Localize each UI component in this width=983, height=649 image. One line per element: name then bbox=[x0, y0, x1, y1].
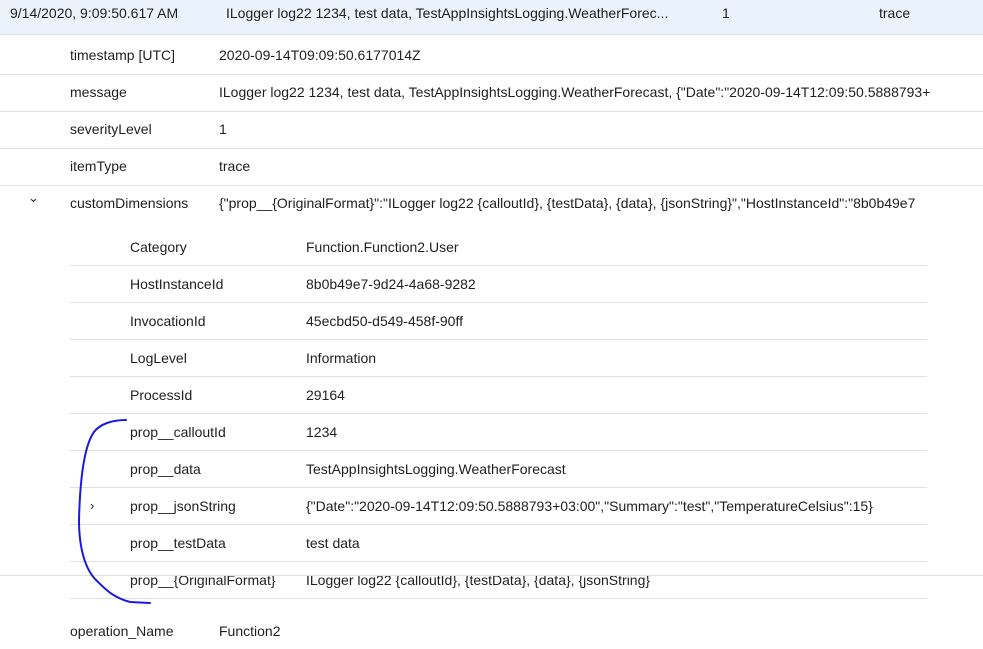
field-value: 1 bbox=[219, 121, 227, 137]
selected-log-row[interactable]: 9/14/2020, 9:09:50.617 AM ILogger log22 … bbox=[0, 0, 983, 35]
dimension-key: Category bbox=[130, 239, 187, 255]
field-value: 2020-09-14T09:09:50.6177014Z bbox=[219, 47, 421, 63]
dimension-key: prop__jsonString bbox=[130, 498, 236, 514]
chevron-down-icon[interactable]: ⌄ bbox=[28, 179, 39, 216]
field-row-operation-name: operation_Name Function2 bbox=[0, 575, 983, 639]
dimension-value: TestAppInsightsLogging.WeatherForecast bbox=[306, 461, 566, 477]
dimension-key: LogLevel bbox=[130, 350, 187, 366]
dimension-key: prop__data bbox=[130, 461, 201, 477]
field-key: message bbox=[70, 84, 127, 100]
dimension-value: 45ecbd50-d549-458f-90ff bbox=[306, 313, 463, 329]
custom-dimension-row: prop__data TestAppInsightsLogging.Weather… bbox=[70, 451, 927, 488]
row-time: 9/14/2020, 9:09:50.617 AM bbox=[10, 5, 179, 21]
custom-dimension-row: InvocationId 45ecbd50-d549-458f-90ff bbox=[70, 303, 927, 340]
custom-dimension-row: LogLevel Information bbox=[70, 340, 927, 377]
field-value: ILogger log22 1234, test data, TestAppIn… bbox=[219, 84, 931, 100]
chevron-right-icon[interactable]: › bbox=[90, 488, 94, 524]
dimension-key: HostInstanceId bbox=[130, 276, 224, 292]
field-row-message: message ILogger log22 1234, test data, T… bbox=[0, 74, 983, 112]
field-key: operation_Name bbox=[70, 623, 174, 639]
dimension-value: {"Date":"2020-09-14T12:09:50.5888793+03:… bbox=[306, 498, 873, 514]
field-value: trace bbox=[219, 158, 251, 174]
field-row-item-type: itemType trace bbox=[0, 148, 983, 186]
field-key: itemType bbox=[70, 158, 127, 174]
row-message: ILogger log22 1234, test data, TestAppIn… bbox=[226, 5, 669, 21]
custom-dimension-row: Category Function.Function2.User bbox=[70, 229, 927, 266]
row-item-type: trace bbox=[879, 5, 911, 21]
custom-dimension-row[interactable]: › prop__jsonString {"Date":"2020-09-14T12:… bbox=[70, 488, 927, 525]
field-value: {"prop__{OriginalFormat}":"ILogger log22… bbox=[219, 195, 916, 211]
custom-dimension-row: prop__calloutId 1234 bbox=[70, 414, 927, 451]
dimension-value: 1234 bbox=[306, 424, 338, 440]
dimension-key: ProcessId bbox=[130, 387, 193, 403]
field-key: customDimensions bbox=[70, 195, 189, 211]
dimension-value: Information bbox=[306, 350, 377, 366]
field-key: timestamp [UTC] bbox=[70, 47, 176, 63]
dimension-value: Function.Function2.User bbox=[306, 239, 459, 255]
dimension-value: 29164 bbox=[306, 387, 345, 403]
field-row-timestamp: timestamp [UTC] 2020-09-14T09:09:50.6177… bbox=[0, 37, 983, 75]
field-key: severityLevel bbox=[70, 121, 152, 137]
field-row-severity: severityLevel 1 bbox=[0, 111, 983, 149]
row-severity: 1 bbox=[722, 5, 730, 21]
dimension-value: test data bbox=[306, 535, 360, 551]
dimension-key: prop__testData bbox=[130, 535, 226, 551]
custom-dimension-row: HostInstanceId 8b0b49e7-9d24-4a68-9282 bbox=[70, 266, 927, 303]
field-value: Function2 bbox=[219, 623, 281, 639]
custom-dimension-row: prop__testData test data bbox=[70, 525, 927, 562]
dimension-value: 8b0b49e7-9d24-4a68-9282 bbox=[306, 276, 476, 292]
dimension-key: prop__calloutId bbox=[130, 424, 226, 440]
field-row-custom-dimensions[interactable]: ⌄ customDimensions {"prop__{OriginalForm… bbox=[0, 185, 983, 222]
custom-dimension-row: ProcessId 29164 bbox=[70, 377, 927, 414]
dimension-key: InvocationId bbox=[130, 313, 206, 329]
